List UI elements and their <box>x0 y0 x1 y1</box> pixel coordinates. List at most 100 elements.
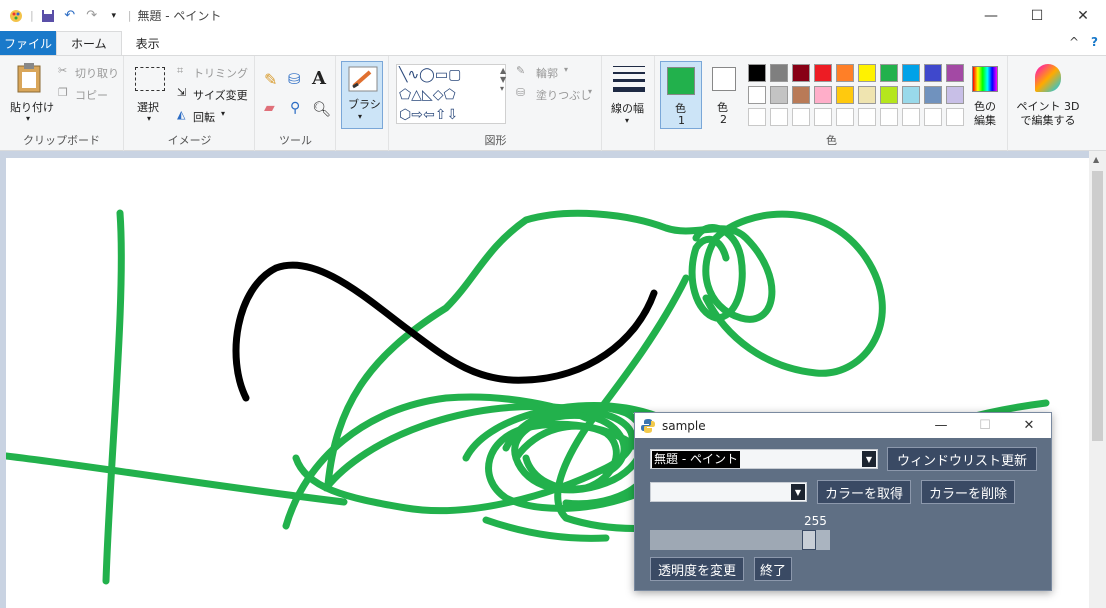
color2-button[interactable]: 色 2 <box>706 61 744 129</box>
close-button[interactable]: ✕ <box>1060 0 1106 31</box>
triangle-shape-icon[interactable]: △ <box>411 87 422 103</box>
line-width-button[interactable]: 線の幅 ▾ <box>611 64 647 134</box>
palette-swatch[interactable] <box>792 108 810 126</box>
scroll-up-icon[interactable]: ▲ <box>1093 155 1099 164</box>
fill-button[interactable]: 塗りつぶし <box>536 87 591 103</box>
maximize-button[interactable]: ☐ <box>1014 0 1060 31</box>
palette-swatch[interactable] <box>792 86 810 104</box>
outline-button[interactable]: 輪郭 <box>536 65 558 81</box>
right-triangle-shape-icon[interactable]: ◺ <box>422 87 433 103</box>
palette-swatch[interactable] <box>792 64 810 82</box>
edit-colors-button[interactable]: 色の編集 <box>970 100 1000 128</box>
vertical-scrollbar[interactable]: ▲ <box>1089 151 1106 608</box>
palette-swatch[interactable] <box>836 108 854 126</box>
diamond-shape-icon[interactable]: ◇ <box>433 87 444 103</box>
select-dropdown-icon[interactable]: ▾ <box>147 114 151 123</box>
palette-swatch[interactable] <box>748 86 766 104</box>
palette-swatch[interactable] <box>814 86 832 104</box>
edit-colors-icon[interactable] <box>972 66 998 92</box>
undo-icon[interactable]: ↶ <box>62 8 78 24</box>
dialog-close-button[interactable]: ✕ <box>1007 413 1051 438</box>
exit-button[interactable]: 終了 <box>754 557 792 581</box>
delete-color-button[interactable]: カラーを削除 <box>921 480 1015 504</box>
palette-swatch[interactable] <box>924 64 942 82</box>
dialog-minimize-button[interactable]: — <box>919 413 963 438</box>
polygon-shape-icon[interactable]: ⬠ <box>399 87 411 103</box>
rotate-dropdown-icon[interactable]: ▾ <box>221 109 225 118</box>
color-list-combo[interactable]: ▼ <box>650 482 807 502</box>
pentagon-shape-icon[interactable]: ⬠ <box>444 87 456 103</box>
refresh-window-list-button[interactable]: ウィンドウリスト更新 <box>887 447 1037 471</box>
down-arrow-shape-icon[interactable]: ⇩ <box>446 107 458 123</box>
color-picker-icon[interactable]: ⚲ <box>290 100 300 116</box>
rounded-rect-shape-icon[interactable]: ▢ <box>448 67 461 83</box>
rotate-button[interactable]: 回転 <box>193 109 215 125</box>
palette-swatch[interactable] <box>748 108 766 126</box>
magnifier-icon[interactable]: 🔍︎ <box>312 100 331 118</box>
palette-swatch[interactable] <box>946 64 964 82</box>
window-list-dropdown-icon[interactable]: ▼ <box>862 451 876 467</box>
color-list-dropdown-icon[interactable]: ▼ <box>791 484 805 500</box>
color1-button[interactable]: 色 1 <box>660 61 702 129</box>
paste-dropdown-icon[interactable]: ▾ <box>26 114 30 123</box>
right-arrow-shape-icon[interactable]: ⇨ <box>411 107 423 123</box>
tab-file[interactable]: ファイル <box>0 31 56 55</box>
get-color-button[interactable]: カラーを取得 <box>817 480 911 504</box>
clipboard-paste-icon[interactable] <box>16 62 44 97</box>
customize-toolbar-icon[interactable]: ▾ <box>106 8 122 24</box>
palette-swatch[interactable] <box>902 64 920 82</box>
copy-button[interactable]: コピー <box>75 87 108 103</box>
palette-swatch[interactable] <box>858 64 876 82</box>
palette-swatch[interactable] <box>814 108 832 126</box>
fill-dropdown-icon[interactable]: ▾ <box>588 87 592 96</box>
fill-bucket-icon[interactable]: ⛁ <box>288 70 301 88</box>
outline-dropdown-icon[interactable]: ▾ <box>564 65 568 74</box>
cut-button[interactable]: 切り取り <box>75 65 119 81</box>
palette-swatch[interactable] <box>770 108 788 126</box>
opacity-slider-thumb[interactable] <box>802 530 816 550</box>
rectangle-shape-icon[interactable]: ▭ <box>435 67 448 83</box>
palette-swatch[interactable] <box>748 64 766 82</box>
curve-shape-icon[interactable]: ∿ <box>407 67 419 83</box>
select-button[interactable]: 選択 <box>137 99 159 115</box>
palette-swatch[interactable] <box>880 108 898 126</box>
palette-swatch[interactable] <box>902 86 920 104</box>
palette-swatch[interactable] <box>770 64 788 82</box>
window-list-combo[interactable]: 無題 - ペイント ▼ <box>650 449 878 469</box>
palette-swatch[interactable] <box>814 64 832 82</box>
palette-swatch[interactable] <box>836 64 854 82</box>
hexagon-shape-icon[interactable]: ⬡ <box>399 107 411 123</box>
palette-swatch[interactable] <box>946 86 964 104</box>
shapes-scroll-icon[interactable]: ▲ ▼ ▾ <box>500 66 506 93</box>
select-icon[interactable] <box>135 67 165 91</box>
palette-swatch[interactable] <box>770 86 788 104</box>
crop-button[interactable]: トリミング <box>193 65 248 81</box>
resize-button[interactable]: サイズ変更 <box>193 87 248 103</box>
palette-swatch[interactable] <box>858 86 876 104</box>
palette-swatch[interactable] <box>836 86 854 104</box>
palette-swatch[interactable] <box>924 108 942 126</box>
minimize-button[interactable]: — <box>968 0 1014 31</box>
palette-swatch[interactable] <box>946 108 964 126</box>
shapes-gallery[interactable]: ╲∿◯▭▢ ⬠△◺◇⬠ ⬡⇨⇦⇧⇩ <box>396 64 506 124</box>
palette-swatch[interactable] <box>902 108 920 126</box>
pencil-icon[interactable]: ✎ <box>264 70 277 89</box>
oval-shape-icon[interactable]: ◯ <box>419 67 435 83</box>
opacity-slider[interactable] <box>650 530 830 550</box>
palette-swatch[interactable] <box>858 108 876 126</box>
save-icon[interactable] <box>40 8 56 24</box>
scrollbar-thumb[interactable] <box>1092 171 1103 441</box>
palette-swatch[interactable] <box>880 64 898 82</box>
tab-home[interactable]: ホーム <box>56 31 122 55</box>
redo-icon[interactable]: ↷ <box>84 8 100 24</box>
up-arrow-shape-icon[interactable]: ⇧ <box>435 107 447 123</box>
eraser-icon[interactable]: ▰ <box>264 100 275 116</box>
tab-view[interactable]: 表示 <box>122 31 174 55</box>
palette-swatch[interactable] <box>880 86 898 104</box>
collapse-ribbon-icon[interactable]: ^ <box>1069 35 1079 49</box>
paint3d-button[interactable]: ペイント 3D で編集する <box>1015 100 1081 128</box>
paste-button[interactable]: 貼り付け <box>10 99 54 115</box>
brush-button[interactable]: ブラシ ▾ <box>341 61 383 129</box>
left-arrow-shape-icon[interactable]: ⇦ <box>423 107 435 123</box>
change-opacity-button[interactable]: 透明度を変更 <box>650 557 744 581</box>
